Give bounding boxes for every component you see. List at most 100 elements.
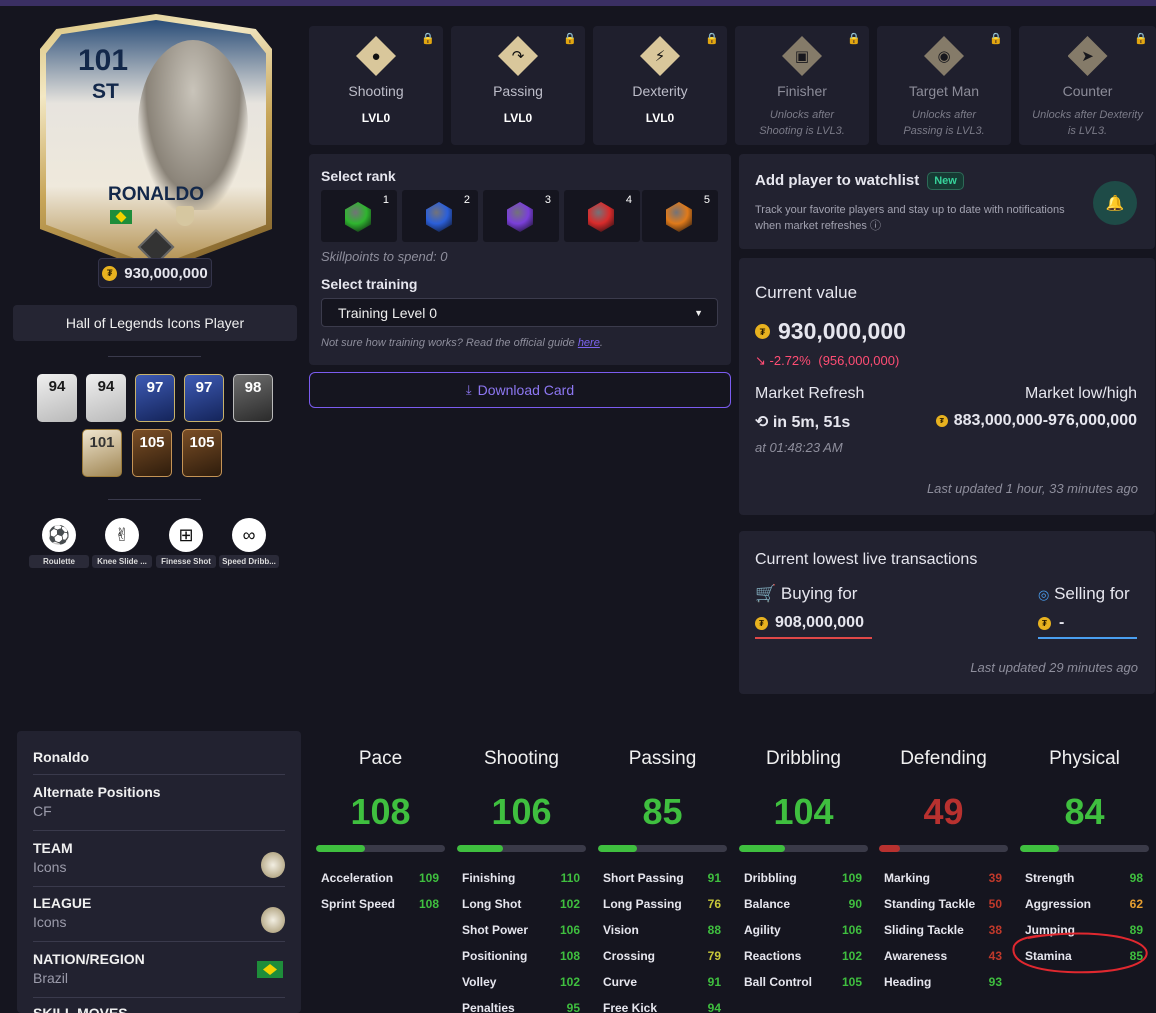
sub-stat-value: 90 bbox=[848, 897, 862, 911]
watchlist-bell-button[interactable]: 🔔 bbox=[1093, 181, 1137, 225]
transactions-title: Current lowest live transactions bbox=[755, 551, 978, 568]
coin-icon: ₮ bbox=[755, 616, 768, 630]
coin-icon: ₮ bbox=[102, 265, 118, 281]
divider bbox=[108, 356, 201, 357]
stat-title: Defending bbox=[900, 748, 987, 769]
sub-stat-name: Marking bbox=[884, 871, 931, 885]
version-card[interactable]: 94 bbox=[37, 374, 77, 422]
version-rating: 98 bbox=[244, 379, 262, 396]
market-lowhigh-label: Market low/high bbox=[1024, 385, 1137, 402]
program-title: Hall of Legends Icons Player bbox=[13, 305, 297, 341]
sub-stat-value: 102 bbox=[559, 975, 580, 989]
sub-stat-value: 109 bbox=[841, 871, 862, 885]
target-screen-icon: ▣ bbox=[782, 36, 822, 76]
skill-move-speed-dribble[interactable]: ∞ Speed Dribb... bbox=[219, 518, 279, 568]
playstyle-unlock-note: Unlocks after Passing is LVL3. bbox=[903, 109, 985, 137]
rank-option-3[interactable]: 3 bbox=[483, 190, 559, 242]
lock-icon: 🔒 bbox=[421, 33, 435, 45]
value-previous: (956,000,000) bbox=[818, 353, 900, 368]
sub-stat-name: Agility bbox=[744, 923, 781, 937]
sub-stat-name: Aggression bbox=[1025, 897, 1092, 911]
stat-column-passing: Passing 85 Short Passing 91 Long Passing 76 Vi… bbox=[598, 748, 727, 1013]
info-team: TEAM Icons bbox=[33, 840, 285, 878]
version-rating: 94 bbox=[97, 378, 115, 395]
playstyle-dexterity[interactable]: 🔒 ⚡ Dexterity LVL0 bbox=[593, 26, 727, 145]
playstyle-name: Counter bbox=[1062, 83, 1113, 99]
skill-move-label: Finesse Shot bbox=[156, 555, 216, 568]
stat-progress-fill bbox=[457, 845, 504, 852]
brazil-flag-icon bbox=[110, 210, 132, 224]
rank-option-4[interactable]: 4 bbox=[564, 190, 640, 242]
curved-arrow-icon: ↷ bbox=[498, 36, 538, 76]
version-card[interactable]: 105 bbox=[182, 429, 222, 477]
lock-icon: 🔒 bbox=[847, 33, 861, 45]
sub-stat-value: 43 bbox=[988, 949, 1002, 963]
playstyle-finisher[interactable]: 🔒 ▣ Finisher Unlocks after Shooting is L… bbox=[735, 26, 869, 145]
sub-stat-name: Finishing bbox=[462, 871, 516, 885]
sub-stat-row: Sprint Speed 108 bbox=[316, 891, 445, 917]
sub-stat-name: Crossing bbox=[603, 949, 656, 963]
skill-move-knee-slide[interactable]: ✌ Knee Slide ... bbox=[92, 518, 152, 568]
selling-for-label: ◎ Selling for bbox=[1038, 584, 1130, 604]
download-card-button[interactable]: ⤓ Download Card bbox=[309, 372, 731, 408]
skill-move-roulette[interactable]: ⚽ Roulette bbox=[29, 518, 89, 568]
version-card[interactable]: 98 bbox=[233, 374, 273, 422]
rank-option-5[interactable]: 5 bbox=[642, 190, 718, 242]
coin-icon: ₮ bbox=[1038, 616, 1051, 630]
sub-stat-value: 108 bbox=[559, 949, 580, 963]
sub-stat-row: Standing Tackle 50 bbox=[879, 891, 1008, 917]
sub-stat-name: Strength bbox=[1025, 871, 1075, 885]
value-change: ↘ -2.72% (956,000,000) bbox=[755, 353, 899, 369]
stat-progress-bar bbox=[1020, 845, 1149, 852]
info-icon[interactable]: ⓘ bbox=[870, 220, 881, 232]
info-value: Icons bbox=[33, 914, 67, 930]
sub-stat-value: 79 bbox=[707, 949, 721, 963]
new-badge: New bbox=[927, 172, 964, 191]
sub-stat-row: Free Kick 94 bbox=[598, 995, 727, 1013]
sub-stat-name: Curve bbox=[603, 975, 638, 989]
stat-column-dribbling: Dribbling 104 Dribbling 109 Balance 90 Agility… bbox=[739, 748, 868, 995]
sub-stat-list: Finishing 110 Long Shot 102 Shot Power 106 Pos… bbox=[457, 865, 586, 1013]
version-card[interactable]: 101 bbox=[82, 429, 122, 477]
sub-stat-name: Sprint Speed bbox=[321, 897, 396, 911]
version-card[interactable]: 97 bbox=[184, 374, 224, 422]
stat-column-pace: Pace 108 Acceleration 109 Sprint Speed 108 bbox=[316, 748, 445, 917]
sub-stat-list: Acceleration 109 Sprint Speed 108 bbox=[316, 865, 445, 917]
stat-title: Physical bbox=[1049, 748, 1120, 769]
playstyle-name: Dexterity bbox=[632, 83, 688, 99]
version-card[interactable]: 94 bbox=[86, 374, 126, 422]
red-gem-icon bbox=[588, 202, 614, 232]
rank-option-2[interactable]: 2 bbox=[402, 190, 478, 242]
version-card[interactable]: 105 bbox=[132, 429, 172, 477]
card-price-badge: ₮ 930,000,000 bbox=[98, 258, 212, 288]
playstyle-passing[interactable]: 🔒 ↷ Passing LVL0 bbox=[451, 26, 585, 145]
sub-stat-value: 102 bbox=[841, 949, 862, 963]
chevron-down-icon: ▼ bbox=[694, 307, 703, 318]
guide-link[interactable]: here bbox=[578, 337, 600, 349]
sub-stat-name: Shot Power bbox=[462, 923, 529, 937]
rank-number: 2 bbox=[463, 194, 470, 206]
divider bbox=[33, 830, 285, 831]
sub-stat-value: 105 bbox=[841, 975, 862, 989]
sub-stat-row: Volley 102 bbox=[457, 969, 586, 995]
version-card[interactable]: 97 bbox=[135, 374, 175, 422]
sub-stat-value: 39 bbox=[988, 871, 1002, 885]
rank-number: 1 bbox=[382, 194, 389, 206]
sub-stat-value: 109 bbox=[418, 871, 439, 885]
sub-stat-name: Long Passing bbox=[603, 897, 682, 911]
skill-move-finesse-shot[interactable]: ⊞ Finesse Shot bbox=[156, 518, 216, 568]
roulette-icon: ⚽ bbox=[42, 518, 76, 552]
stat-progress-fill bbox=[1020, 845, 1059, 852]
playstyle-target-man[interactable]: 🔒 ◉ Target Man Unlocks after Passing is … bbox=[877, 26, 1011, 145]
rank-option-1[interactable]: 1 bbox=[321, 190, 397, 242]
card-position: ST bbox=[92, 80, 119, 103]
playstyle-shooting[interactable]: 🔒 ● Shooting LVL0 bbox=[309, 26, 443, 145]
sub-stat-name: Sliding Tackle bbox=[884, 923, 964, 937]
stat-value: 85 bbox=[642, 791, 683, 832]
sub-stat-row: Finishing 110 bbox=[457, 865, 586, 891]
playstyle-name: Passing bbox=[493, 83, 543, 99]
red-annotation-circle bbox=[1012, 932, 1148, 974]
training-level-select[interactable]: Training Level 0 ▼ bbox=[321, 298, 718, 327]
playstyle-counter[interactable]: 🔒 ➤ Counter Unlocks after Dexterity is L… bbox=[1019, 26, 1156, 145]
card-price: 930,000,000 bbox=[124, 264, 208, 282]
